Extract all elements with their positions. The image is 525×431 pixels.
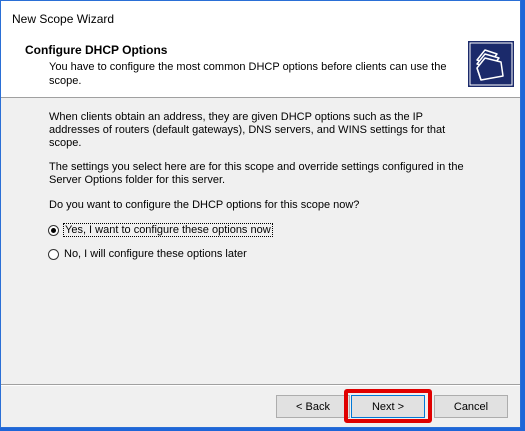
page-title: Configure DHCP Options	[25, 43, 168, 57]
radio-no-label[interactable]: No, I will configure these options later	[64, 248, 247, 260]
question-text: Do you want to configure the DHCP option…	[49, 199, 360, 211]
radio-no[interactable]: No, I will configure these options later	[48, 246, 247, 262]
wizard-header: Configure DHCP Options You have to confi…	[1, 35, 520, 98]
title-bar[interactable]: New Scope Wizard	[1, 1, 520, 35]
radio-yes[interactable]: Yes, I want to configure these options n…	[48, 222, 273, 238]
cancel-button[interactable]: Cancel	[434, 395, 508, 418]
folders-icon	[467, 40, 515, 88]
page-subtitle: You have to configure the most common DH…	[49, 61, 447, 87]
footer-divider-highlight	[1, 385, 520, 386]
radio-no-button[interactable]	[48, 248, 59, 260]
radio-yes-label[interactable]: Yes, I want to configure these options n…	[63, 223, 273, 237]
intro-paragraph: When clients obtain an address, they are…	[49, 111, 446, 149]
radio-yes-button[interactable]	[48, 224, 59, 236]
override-paragraph: The settings you select here are for thi…	[49, 161, 464, 186]
wizard-window: New Scope Wizard Configure DHCP Options …	[0, 0, 521, 428]
window-title: New Scope Wizard	[12, 12, 115, 26]
back-button[interactable]: < Back	[276, 395, 350, 418]
next-button-highlight	[344, 389, 432, 423]
